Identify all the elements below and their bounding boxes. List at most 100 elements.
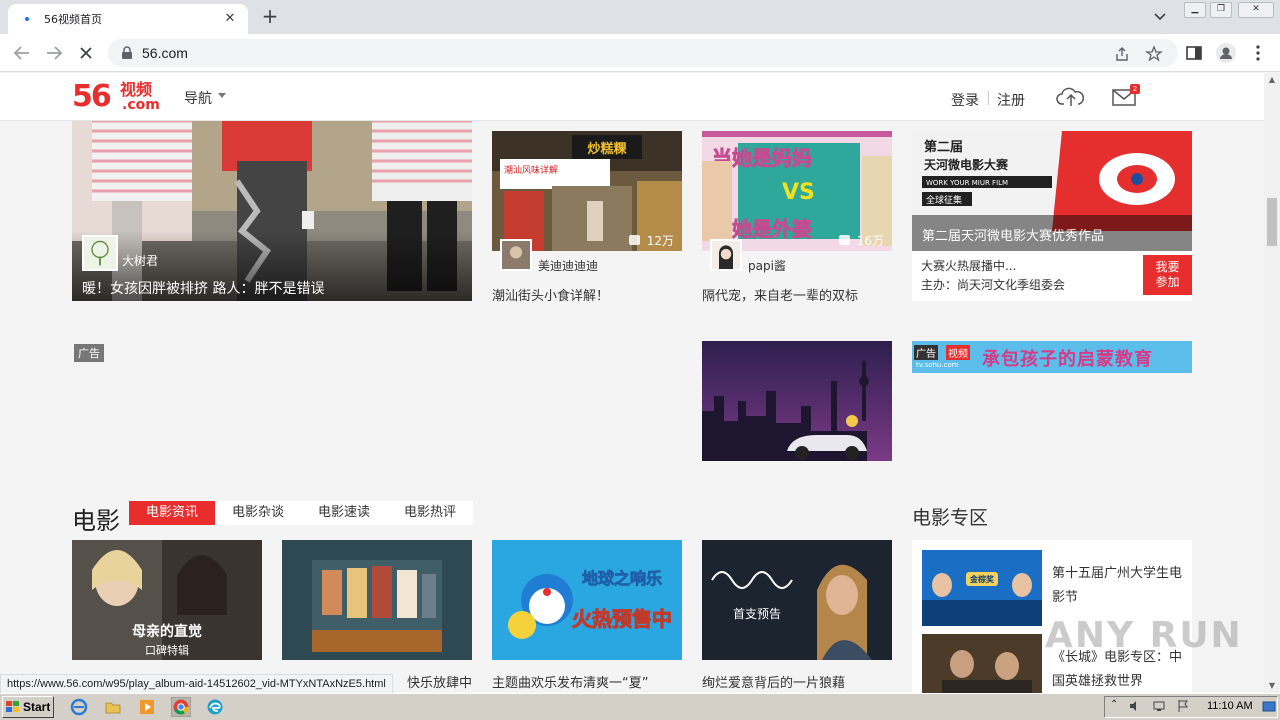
page-scrollbar[interactable]: ▲ ▼ (1264, 73, 1280, 693)
section-tabs: 电影资讯 电影杂谈 电影速读 电影热评 (129, 501, 473, 525)
movie-title[interactable]: 绚烂爱意背后的一片狼藉 (702, 672, 892, 691)
edge-icon[interactable] (206, 698, 224, 716)
contest-line-2: 主办：尚天河文化季组委会 (921, 278, 1066, 292)
contest-badge-1: 第二届 (924, 139, 963, 155)
status-bar-url: https://www.56.com/w95/play_album-aid-14… (0, 674, 393, 693)
taskbar: Start ⌃ 11:10 AM (0, 693, 1280, 720)
join-contest-button[interactable]: 我要 参加 (1143, 255, 1192, 295)
tab-close-icon[interactable]: ✕ (220, 9, 240, 29)
video-title[interactable]: 潮汕街头小食详解！ (492, 285, 609, 304)
video-username[interactable]: papi酱 (748, 257, 786, 274)
window-close-button[interactable]: ✕ (1238, 2, 1274, 18)
browser-tab[interactable]: 56视频首页 ✕ (8, 4, 248, 34)
ad-city-image[interactable] (702, 341, 892, 461)
section-title: 电影 (72, 507, 120, 535)
zone-thumbnail: 金棕奖 (922, 550, 1042, 626)
contest-caption[interactable]: 第二届天河微电影大赛优秀作品 (922, 225, 1104, 244)
minimize-button[interactable]: ▁ (1184, 2, 1206, 18)
movie-thumbnail: 地球之响乐 火热预售中 (492, 540, 682, 660)
kebab-menu-icon[interactable] (1246, 41, 1270, 65)
stop-loading-icon[interactable] (74, 41, 98, 65)
movie-thumbnail: 首支预告 (702, 540, 892, 660)
movie-zone-title: 电影专区 (912, 507, 989, 529)
hero-username[interactable]: 大树君 (122, 252, 158, 269)
scroll-up-arrow-icon[interactable]: ▲ (1264, 73, 1280, 87)
site-logo[interactable]: 56 视频 .com (72, 79, 162, 115)
browser-toolbar: 56.com (0, 34, 1280, 72)
movie-title[interactable]: 主题曲欢乐发布清爽一“夏” (492, 672, 682, 691)
zone-thumbnail (922, 634, 1042, 693)
bookmark-star-icon[interactable] (1145, 45, 1163, 63)
user-avatar[interactable] (710, 239, 742, 271)
contest-line-1[interactable]: 大赛火热展播中... (921, 257, 1016, 274)
play-count: 12万 (646, 234, 674, 248)
video-title[interactable]: 隔代宠，来自老一辈的双标 (702, 285, 858, 304)
tab-movie-quickread[interactable]: 电影速读 (301, 501, 387, 525)
cloud-upload-icon[interactable] (1056, 85, 1086, 109)
hero-title[interactable]: 暖！女孩因胖被排挤 路人：胖不是错误 (82, 278, 324, 298)
ad-banner-domain: tv.sohu.com (916, 361, 959, 369)
contest-caption-bar: 第二届天河微电影大赛优秀作品 (912, 215, 1192, 251)
hero-video-card[interactable]: 大树君 暖！女孩因胖被排挤 路人：胖不是错误 (72, 121, 472, 301)
lock-icon[interactable] (120, 46, 134, 60)
video-card[interactable]: 炒糕粿 潮汕风味详解 12万 美迪迪迪迪 潮汕街头小食详解！ (492, 131, 682, 311)
tray-chevron-icon[interactable]: ⌃ (1110, 699, 1124, 713)
movie-overlay-2: 火热预售中 (572, 607, 672, 631)
share-icon[interactable] (1113, 45, 1131, 63)
ad-banner-tag: 视频 (946, 345, 970, 360)
ad-banner[interactable]: 广告 视频 tv.sohu.com 承包孩子的启蒙教育 (912, 341, 1192, 373)
scrollbar-thumb[interactable] (1267, 198, 1277, 246)
start-button[interactable]: Start (2, 696, 54, 718)
register-link[interactable]: 注册 (997, 90, 1025, 110)
movie-thumbnail: 母亲的直觉 口碑特辑 (72, 540, 262, 660)
forward-arrow-icon[interactable] (42, 41, 66, 65)
tab-movie-news[interactable]: 电影资讯 (129, 501, 215, 525)
video-card[interactable]: 当她是妈妈 VS 当她是外婆 16万 papi酱 隔代宠，来自老一辈的双标 (702, 131, 892, 311)
ad-banner-label: 广告 (914, 345, 938, 360)
movie-overlay-2: 口碑特辑 (145, 643, 189, 657)
movie-overlay-1: 母亲的直觉 (132, 623, 202, 640)
contest-card[interactable]: 第二届 天河微电影大赛 WORK YOUR MIUR FILM 全球征集 第二届… (912, 131, 1192, 301)
notification-badge: 2 (1130, 84, 1140, 94)
tab-movie-talk[interactable]: 电影杂谈 (215, 501, 301, 525)
login-link[interactable]: 登录 (951, 90, 979, 110)
back-arrow-icon[interactable] (10, 41, 34, 65)
side-panel-icon[interactable] (1182, 41, 1206, 65)
folder-icon[interactable] (104, 698, 122, 716)
show-desktop-icon[interactable] (1262, 699, 1276, 713)
contest-badge-3: WORK YOUR MIUR FILM (926, 179, 1008, 187)
media-player-icon[interactable] (138, 698, 156, 716)
network-icon[interactable] (1152, 699, 1166, 713)
scroll-down-arrow-icon[interactable]: ▼ (1264, 679, 1280, 693)
chrome-icon[interactable] (171, 697, 191, 717)
tab-strip: 56视频首页 ✕ + ▁ ❐ ✕ (0, 0, 1280, 34)
tab-movie-reviews[interactable]: 电影热评 (387, 501, 473, 525)
play-count-icon (839, 235, 850, 245)
taskbar-clock: 11:10 AM (1207, 700, 1253, 712)
caret-down-icon[interactable] (218, 93, 226, 98)
movie-thumbnail (282, 540, 472, 660)
restore-button[interactable]: ❐ (1210, 2, 1232, 18)
movie-overlay-1: 地球之响乐 (582, 569, 662, 588)
zone-item-title[interactable]: 第十五届广州大学生电影节 (1052, 562, 1182, 610)
new-tab-button[interactable]: + (258, 6, 282, 28)
user-avatar[interactable] (500, 239, 532, 271)
nav-menu-link[interactable]: 导航 (184, 88, 212, 108)
video-username[interactable]: 美迪迪迪迪 (538, 257, 598, 274)
action-center-flag-icon[interactable] (1176, 699, 1190, 713)
tab-title: 56视频首页 (44, 13, 102, 26)
contest-badge-2: 天河微电影大赛 (924, 157, 1009, 172)
hero-user-avatar[interactable] (82, 235, 118, 271)
divider (988, 91, 989, 105)
tab-search-chevron-icon[interactable] (1150, 8, 1170, 26)
shop-caption-text: 潮汕风味详解 (504, 164, 558, 176)
thumb-vs: VS (782, 180, 815, 205)
loading-favicon-icon (25, 17, 29, 21)
page-viewport: 56 视频 .com 导航 登录 注册 2 大树君 暖！女孩因胖被排挤 路人：胖… (0, 73, 1264, 693)
url-text[interactable]: 56.com (142, 45, 188, 61)
address-bar[interactable]: 56.com (108, 39, 1178, 67)
shop-sign-text: 炒糕粿 (587, 141, 627, 157)
volume-icon[interactable] (1128, 699, 1142, 713)
profile-avatar-icon[interactable] (1214, 41, 1238, 65)
ie-icon[interactable] (70, 698, 88, 716)
